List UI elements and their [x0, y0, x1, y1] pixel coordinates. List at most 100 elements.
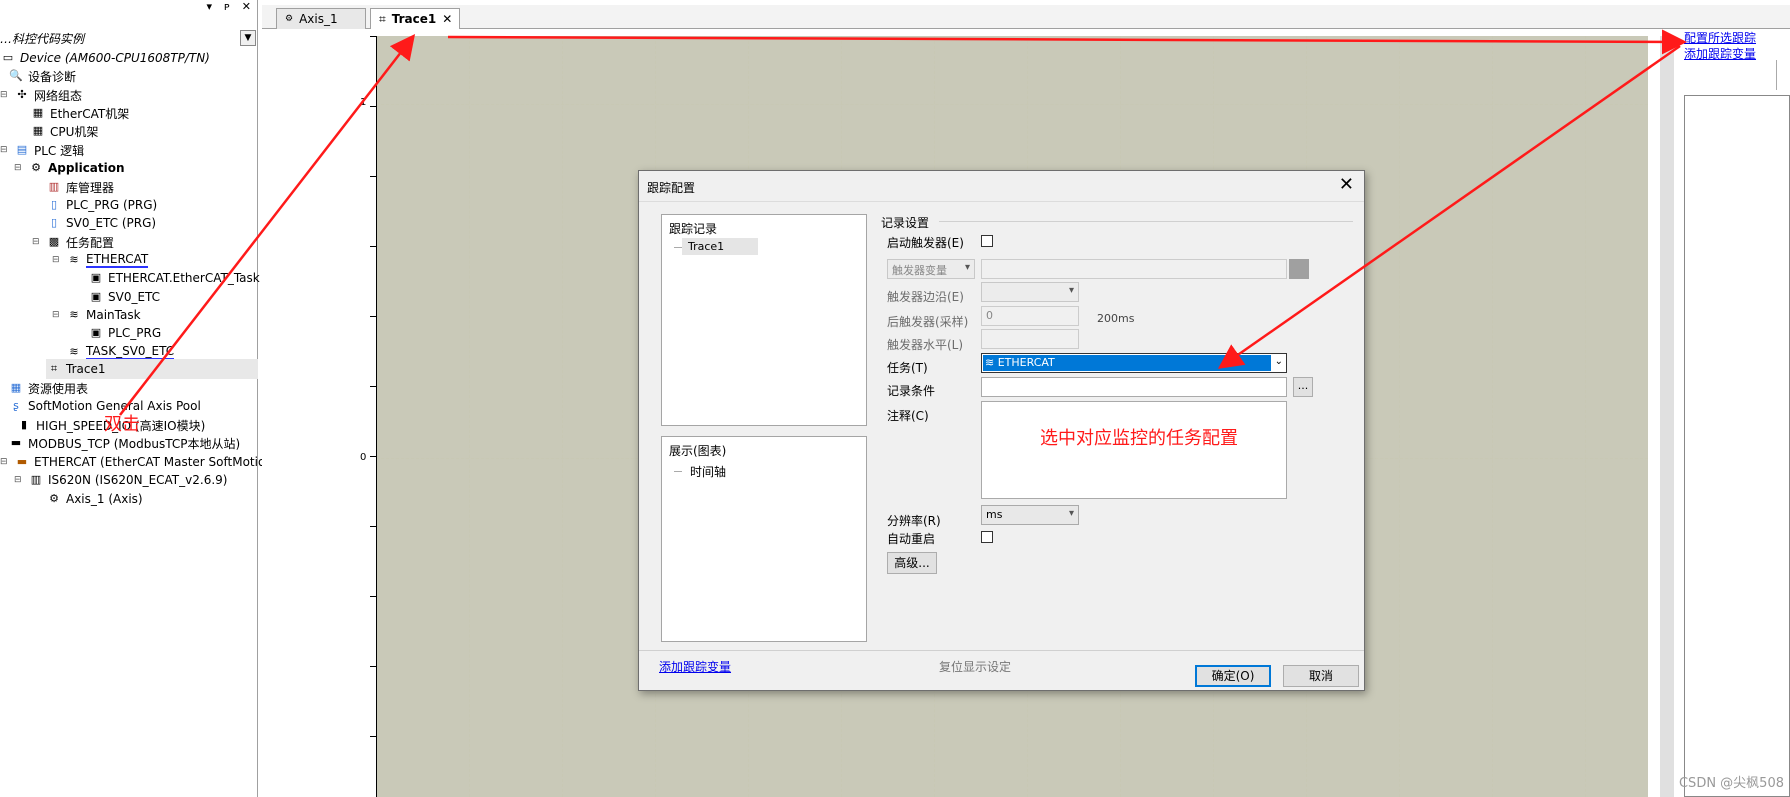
tree-item-resource-table[interactable]: ▦ 资源使用表: [8, 378, 88, 398]
plc-logic-icon: ▤: [16, 143, 28, 156]
comment-label: 注释(C): [887, 409, 929, 423]
tab-trace1[interactable]: ⌗ Trace1 ✕: [370, 8, 460, 29]
diagnosis-icon: 🔍: [9, 69, 23, 82]
auto-restart-checkbox[interactable]: [981, 531, 993, 543]
trace-record-item[interactable]: Trace1: [682, 238, 758, 255]
tree-item-is620n[interactable]: ⊟ ▥ IS620N (IS620N_ECAT_v2.6.9): [14, 470, 227, 490]
pin-icon[interactable]: ᴘ: [224, 0, 230, 13]
chevron-down-icon[interactable]: ▼: [240, 30, 256, 46]
reset-display-settings: 复位显示设定: [939, 660, 1012, 674]
close-icon[interactable]: ✕: [442, 12, 452, 26]
vertical-scrollbar[interactable]: [1660, 36, 1674, 797]
module-icon: ▬: [10, 436, 22, 449]
configure-trace-link[interactable]: 配置所选跟踪: [1684, 30, 1756, 46]
y-axis-tick: [370, 456, 376, 457]
tree-item-maintask[interactable]: ⊟ ≋ MainTask: [52, 305, 141, 325]
tree-item-network[interactable]: ⊟ ✣ 网络组态: [0, 85, 82, 105]
collapse-icon[interactable]: ⊟: [52, 310, 62, 320]
collapse-icon[interactable]: ⊟: [14, 475, 24, 485]
trace-icon: ⌗: [50, 362, 58, 375]
group-divider: [939, 221, 1353, 222]
tree-item-ethercat-rack[interactable]: ▦ EtherCAT机架: [30, 103, 129, 123]
collapse-icon[interactable]: ⊟: [0, 90, 10, 100]
enable-trigger-checkbox[interactable]: [981, 235, 993, 247]
tree-item-trace1[interactable]: ⌗ Trace1: [46, 359, 258, 379]
close-icon[interactable]: ✕: [1339, 174, 1354, 195]
y-axis-tick: [370, 106, 376, 107]
dropdown-icon[interactable]: ▾: [206, 0, 212, 13]
call-icon: ▣: [90, 290, 102, 303]
chevron-down-icon[interactable]: ⌄: [1275, 356, 1283, 367]
dialog-body: 跟踪记录 Trace1 展示(图表) 时间轴 记录设置 启动触发器(E) 触发器…: [639, 201, 1364, 690]
post-trigger-unit: 200ms: [1097, 312, 1135, 325]
rack-icon: ▦: [32, 124, 44, 137]
variable-list-panel[interactable]: [1684, 95, 1790, 797]
tree-item-axis1[interactable]: ⚙ Axis_1 (Axis): [46, 489, 143, 509]
task-config-icon: ▩: [48, 235, 60, 248]
chevron-down-icon: ▾: [1068, 508, 1074, 519]
task-icon: ≋: [985, 356, 995, 369]
y-axis-tick: [370, 386, 376, 387]
add-trace-variable-link[interactable]: 添加跟踪变量: [659, 658, 731, 675]
comment-textarea[interactable]: [981, 401, 1287, 499]
record-condition-input[interactable]: [981, 377, 1287, 397]
tree-item-ethercat-master[interactable]: ⊟ ▬ ETHERCAT (EtherCAT Master SoftMotion…: [0, 452, 278, 472]
tab-axis1[interactable]: ⚙ Axis_1: [276, 8, 366, 29]
collapse-icon[interactable]: ⊟: [14, 163, 24, 173]
device-icon: ▭: [2, 51, 14, 64]
y-label-1: 1: [360, 97, 367, 108]
record-settings-label: 记录设置: [881, 216, 930, 230]
axis-pool-icon: ʂ: [13, 399, 19, 412]
y-axis-tick: [370, 36, 376, 37]
y-label-0: 0: [360, 452, 367, 463]
tree-item-diagnosis[interactable]: 🔍 设备诊断: [8, 66, 76, 86]
add-trace-variable-link[interactable]: 添加跟踪变量: [1684, 46, 1756, 62]
tree-item-plc-prg-call[interactable]: ▣ PLC_PRG: [88, 323, 161, 343]
resolution-select[interactable]: ms ▾: [981, 505, 1079, 525]
time-axis-item[interactable]: 时间轴: [684, 461, 732, 482]
library-icon: ▥: [48, 180, 60, 193]
trigger-edge-label: 触发器边沿(E): [887, 290, 964, 304]
trace-record-title: 跟踪记录: [669, 222, 718, 236]
collapse-icon[interactable]: ⊟: [52, 255, 62, 265]
program-icon: ▯: [50, 216, 58, 229]
chevron-down-icon: ▾: [964, 262, 970, 273]
tree-item-ethercat-task[interactable]: ⊟ ≋ ETHERCAT: [52, 250, 149, 270]
tree-item-plc-logic[interactable]: ⊟ ▤ PLC 逻辑: [0, 140, 84, 160]
chevron-down-icon: ▾: [1068, 285, 1074, 296]
advanced-button[interactable]: 高级...: [887, 552, 937, 574]
tree-item-sv0-etc[interactable]: ▯ SV0_ETC (PRG): [46, 213, 156, 233]
collapse-icon[interactable]: ⊟: [0, 145, 10, 155]
collapse-icon[interactable]: ⊟: [0, 457, 10, 467]
trigger-level-label: 触发器水平(L): [887, 338, 964, 352]
task-select[interactable]: ≋ ETHERCAT ⌄: [981, 353, 1287, 373]
trace-actions: 配置所选跟踪 添加跟踪变量: [1684, 30, 1756, 62]
y-axis: [376, 36, 377, 797]
trace-record-box: 跟踪记录 Trace1: [661, 214, 867, 426]
tree-item-ethercat-call[interactable]: ▣ ETHERCAT.EtherCAT_Task: [88, 268, 260, 288]
close-icon[interactable]: ✕: [242, 0, 251, 13]
tree-item-sv0-call[interactable]: ▣ SV0_ETC: [88, 287, 160, 307]
tree-item-modbus-tcp[interactable]: ▬ MODBUS_TCP (ModbusTCP本地从站): [8, 433, 240, 453]
call-icon: ▣: [90, 271, 102, 284]
grid-line-vertical: [1399, 36, 1400, 797]
tree-item-device[interactable]: ▭ Device (AM600-CPU1608TP/TN): [0, 48, 210, 68]
tree-item-application[interactable]: ⊟ ⚙ Application: [14, 158, 125, 178]
tree-item-task-config[interactable]: ⊟ ▩ 任务配置: [32, 232, 114, 252]
plot-margin: [262, 30, 376, 797]
right-edge-divider: [1776, 60, 1790, 90]
tree-item-plc-prg[interactable]: ▯ PLC_PRG (PRG): [46, 195, 157, 215]
resolution-label: 分辨率(R): [887, 514, 941, 528]
axis-icon: ⚙: [285, 14, 294, 24]
enable-trigger-label: 启动触发器(E): [887, 236, 964, 250]
grid-line-vertical: [469, 36, 470, 797]
tree-item-library-manager[interactable]: ▥ 库管理器: [46, 177, 114, 197]
tree-header: ▾ ᴘ ✕: [0, 0, 257, 16]
ok-button[interactable]: 确定(O): [1195, 665, 1271, 687]
project-name: …科控代码实例: [0, 32, 85, 46]
collapse-icon[interactable]: ⊟: [32, 237, 42, 247]
record-condition-browse-button[interactable]: ...: [1293, 377, 1313, 397]
project-selector[interactable]: …科控代码实例 ▼: [0, 30, 258, 48]
tree-item-cpu-rack[interactable]: ▦ CPU机架: [30, 121, 99, 141]
cancel-button[interactable]: 取消: [1283, 665, 1359, 687]
